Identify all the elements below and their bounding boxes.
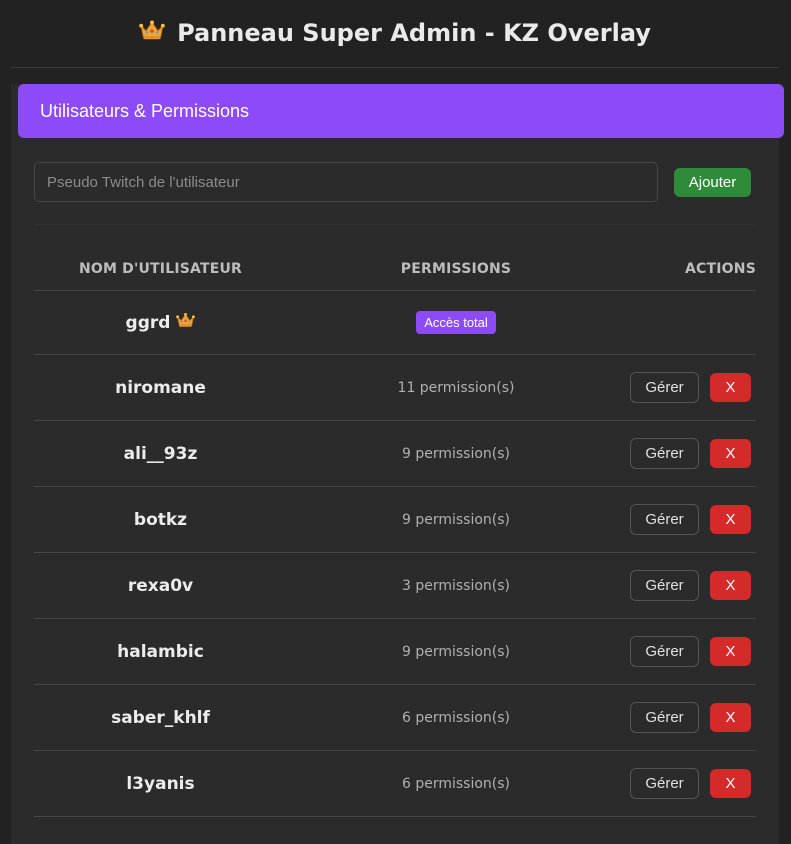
- permissions-cell: Accès total: [356, 291, 556, 354]
- divider: [34, 224, 756, 225]
- row-actions: Gérer X: [630, 685, 751, 750]
- manage-button[interactable]: Gérer: [630, 570, 699, 601]
- row-actions: Gérer X: [630, 751, 751, 816]
- username: botkz: [133, 509, 188, 530]
- row-actions: Gérer X: [630, 355, 751, 420]
- username-cell: halambic: [34, 619, 287, 684]
- username: ggrd: [125, 312, 171, 333]
- delete-button[interactable]: X: [710, 769, 751, 798]
- card-header: Utilisateurs & Permissions: [18, 84, 784, 138]
- manage-button[interactable]: Gérer: [630, 702, 699, 733]
- table-row: saber_khlf 6 permission(s) Gérer X: [34, 685, 756, 751]
- page-title: Panneau Super Admin - KZ Overlay: [139, 19, 651, 47]
- username-cell: niromane: [34, 355, 287, 420]
- permissions-count: 3 permission(s): [401, 577, 511, 594]
- username-cell: ali__93z: [34, 421, 287, 486]
- username-cell: ggrd: [34, 291, 287, 354]
- table-header: NOM D'UTILISATEUR PERMISSIONS ACTIONS: [34, 244, 756, 291]
- permissions-count: 11 permission(s): [397, 379, 515, 396]
- users-table: NOM D'UTILISATEUR PERMISSIONS ACTIONS gg…: [34, 244, 756, 817]
- row-actions: Gérer X: [630, 487, 751, 552]
- table-row: halambic 9 permission(s) Gérer X: [34, 619, 756, 685]
- column-header-actions: ACTIONS: [685, 261, 756, 277]
- username: l3yanis: [126, 773, 195, 794]
- column-header-permissions: PERMISSIONS: [400, 261, 512, 277]
- full-access-badge: Accès total: [416, 311, 496, 334]
- manage-button[interactable]: Gérer: [630, 372, 699, 403]
- delete-button[interactable]: X: [710, 373, 751, 402]
- permissions-count: 6 permission(s): [401, 709, 511, 726]
- manage-button[interactable]: Gérer: [630, 768, 699, 799]
- table-row-owner: ggrd Accès total: [34, 291, 756, 355]
- delete-button[interactable]: X: [710, 571, 751, 600]
- username-cell: botkz: [34, 487, 287, 552]
- column-header-username: NOM D'UTILISATEUR: [78, 261, 243, 277]
- table-row: l3yanis 6 permission(s) Gérer X: [34, 751, 756, 817]
- row-actions: Gérer X: [630, 619, 751, 684]
- permissions-count: 9 permission(s): [401, 511, 511, 528]
- delete-button[interactable]: X: [710, 703, 751, 732]
- username: ali__93z: [123, 443, 198, 464]
- username-cell: rexa0v: [34, 553, 287, 618]
- username: saber_khlf: [111, 707, 210, 728]
- manage-button[interactable]: Gérer: [630, 438, 699, 469]
- users-permissions-card: Utilisateurs & Permissions Ajouter NOM D…: [11, 84, 784, 844]
- crown-icon: [139, 19, 165, 47]
- username-cell: l3yanis: [34, 751, 287, 816]
- crown-icon: [176, 312, 195, 333]
- delete-button[interactable]: X: [710, 439, 751, 468]
- permissions-count: 6 permission(s): [401, 775, 511, 792]
- page-title-text: Panneau Super Admin - KZ Overlay: [177, 18, 651, 47]
- page-header: Panneau Super Admin - KZ Overlay: [11, 0, 779, 68]
- row-actions: Gérer X: [630, 421, 751, 486]
- add-user-button[interactable]: Ajouter: [674, 168, 751, 197]
- username: halambic: [117, 641, 204, 662]
- delete-button[interactable]: X: [710, 637, 751, 666]
- row-actions: Gérer X: [630, 553, 751, 618]
- manage-button[interactable]: Gérer: [630, 636, 699, 667]
- twitch-username-input[interactable]: [34, 162, 658, 202]
- permissions-count: 9 permission(s): [401, 445, 511, 462]
- username-cell: saber_khlf: [34, 685, 287, 750]
- manage-button[interactable]: Gérer: [630, 504, 699, 535]
- username: rexa0v: [127, 575, 194, 596]
- card-title: Utilisateurs & Permissions: [40, 100, 250, 121]
- table-row: botkz 9 permission(s) Gérer X: [34, 487, 756, 553]
- delete-button[interactable]: X: [710, 505, 751, 534]
- table-row: rexa0v 3 permission(s) Gérer X: [34, 553, 756, 619]
- table-row: niromane 11 permission(s) Gérer X: [34, 355, 756, 421]
- username: niromane: [115, 377, 206, 398]
- permissions-count: 9 permission(s): [401, 643, 511, 660]
- table-row: ali__93z 9 permission(s) Gérer X: [34, 421, 756, 487]
